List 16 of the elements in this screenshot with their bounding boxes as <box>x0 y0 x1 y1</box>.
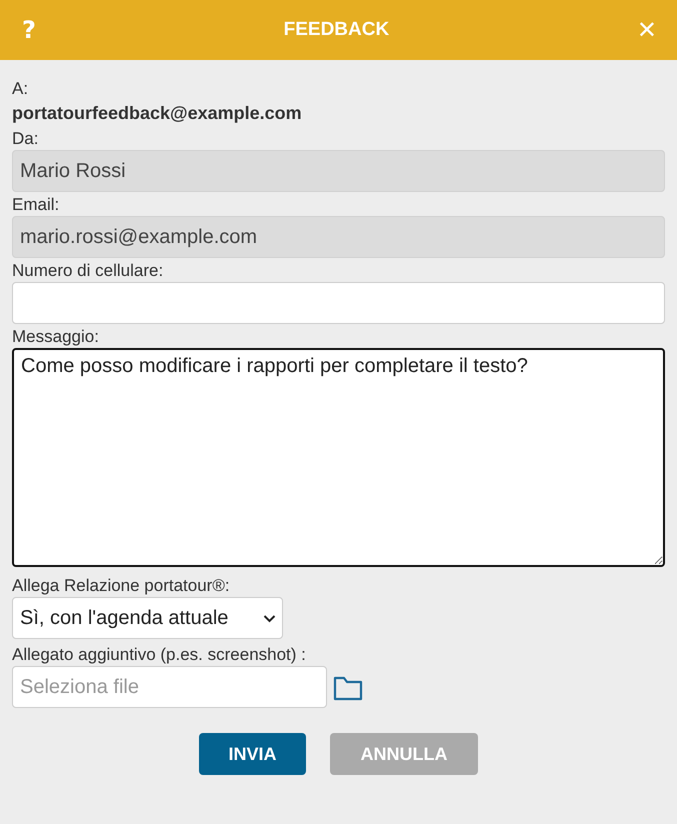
field-label: Allega Relazione portatour®: <box>12 575 231 597</box>
dialog-title: FEEDBACK <box>284 19 390 41</box>
field-label: Numero di cellulare: <box>12 260 164 282</box>
folder-icon[interactable] <box>333 674 363 700</box>
field-label: Email: <box>12 194 60 216</box>
field-label: A: <box>12 78 30 100</box>
field-label: Da: <box>12 128 40 150</box>
input-field[interactable] <box>12 282 665 324</box>
file-field[interactable]: Seleziona file <box>12 666 327 708</box>
send-button[interactable]: INVIA <box>199 733 306 775</box>
message-field[interactable]: Come posso modificare i rapporti per completare il testo? <box>12 348 665 567</box>
caret-icon <box>263 614 276 622</box>
field-label: Allegato aggiuntivo (p.es. screenshot) : <box>12 644 307 666</box>
recipient-address: portatourfeedback@example.com <box>12 102 303 125</box>
field-label: Messaggio: <box>12 326 100 348</box>
dropdown[interactable]: Sì, con l'agenda attuale <box>12 597 283 639</box>
